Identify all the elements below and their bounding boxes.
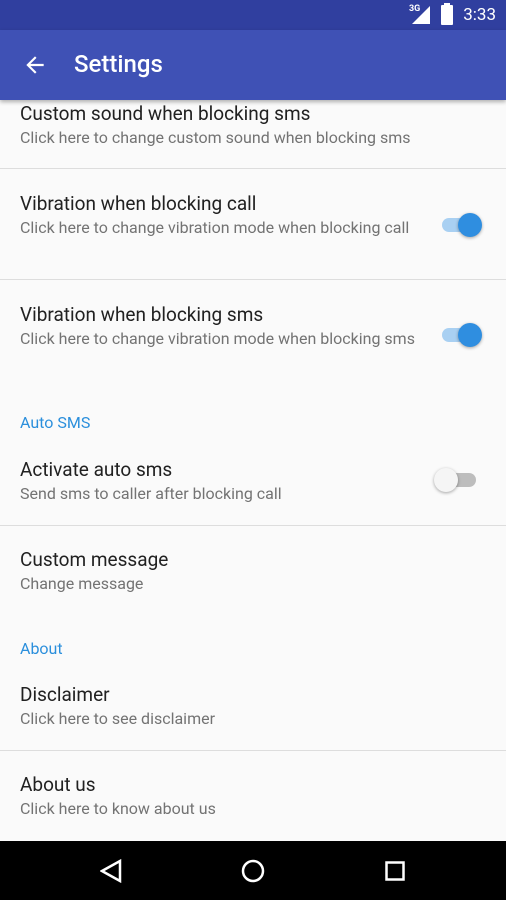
back-nav-icon[interactable] (100, 859, 122, 883)
setting-summary: Click here to change custom sound when b… (20, 128, 411, 147)
home-nav-icon[interactable] (241, 859, 265, 883)
setting-title: Custom message (20, 548, 169, 571)
setting-title: Disclaimer (20, 683, 110, 706)
setting-title: Vibration when blocking sms (20, 303, 264, 326)
clock: 3:33 (463, 5, 496, 25)
setting-summary: Click here to know about us (20, 799, 216, 818)
recents-nav-icon[interactable] (385, 861, 405, 881)
vibration-call-toggle[interactable] (440, 212, 482, 238)
arrow-back-icon[interactable] (22, 50, 48, 80)
vibration-sms-toggle[interactable] (440, 322, 482, 348)
setting-disclaimer[interactable]: Disclaimer Click here to see disclaimer (0, 671, 506, 751)
setting-vibration-sms[interactable]: Vibration when blocking sms Click here t… (0, 280, 506, 400)
setting-summary: Click here to change vibration mode when… (20, 218, 410, 237)
signal-icon (412, 6, 430, 24)
setting-activate-auto-sms[interactable]: Activate auto sms Send sms to caller aft… (0, 445, 506, 525)
setting-title: Activate auto sms (20, 458, 173, 481)
battery-icon (441, 3, 453, 25)
auto-sms-toggle[interactable] (434, 467, 482, 493)
settings-list[interactable]: Custom sound when blocking sms Click her… (0, 100, 506, 841)
setting-custom-sound-sms[interactable]: Custom sound when blocking sms Click her… (0, 100, 506, 169)
setting-vibration-call[interactable]: Vibration when blocking call Click here … (0, 169, 506, 279)
navigation-bar (0, 841, 506, 900)
setting-title: About us (20, 773, 96, 796)
setting-title: Vibration when blocking call (20, 192, 257, 215)
setting-summary: Send sms to caller after blocking call (20, 484, 282, 503)
setting-summary: Change message (20, 574, 144, 593)
category-auto-sms: Auto SMS (20, 413, 91, 432)
setting-about-us[interactable]: About us Click here to know about us (0, 751, 506, 841)
setting-summary: Click here to change vibration mode when… (20, 329, 415, 348)
setting-custom-message[interactable]: Custom message Change message (0, 526, 506, 626)
page-title: Settings (74, 50, 163, 78)
setting-title: Custom sound when blocking sms (20, 102, 311, 125)
app-bar: Settings (0, 30, 506, 100)
category-about: About (20, 639, 63, 658)
status-bar: 3G 3:33 (0, 0, 506, 30)
setting-summary: Click here to see disclaimer (20, 709, 216, 728)
